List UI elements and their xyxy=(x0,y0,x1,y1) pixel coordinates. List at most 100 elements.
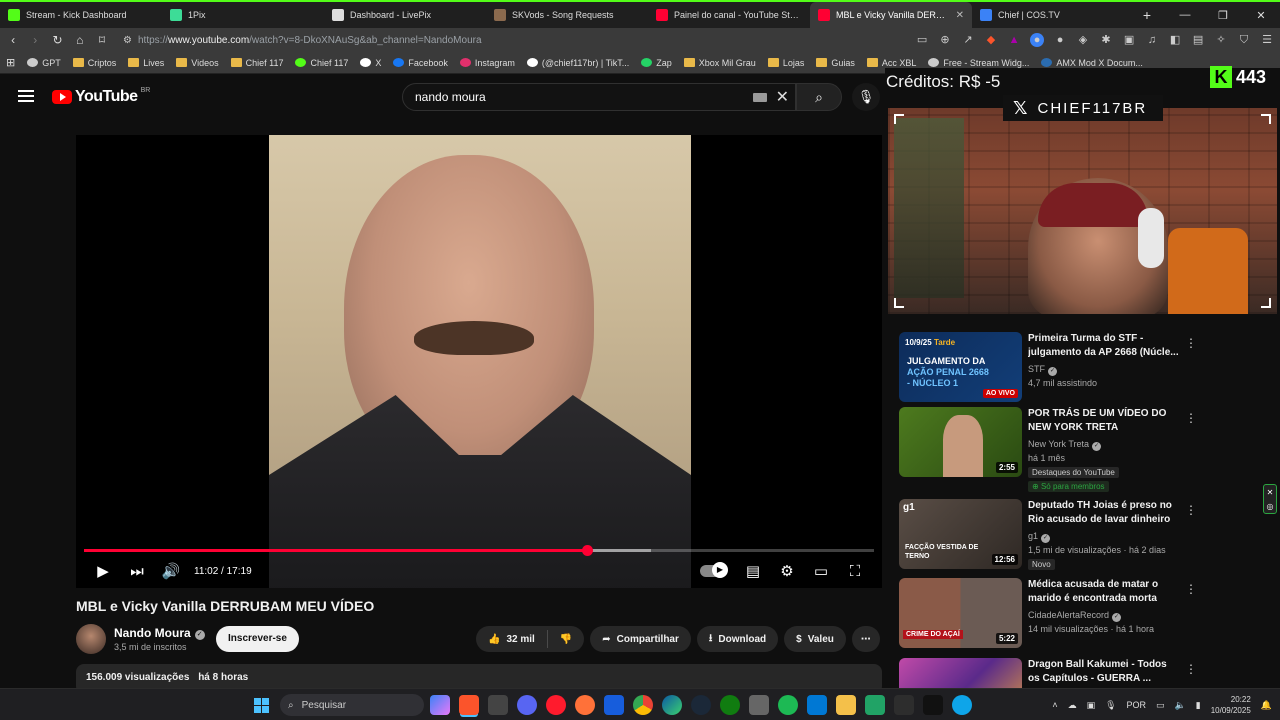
apps-grid-icon[interactable]: ⊞ xyxy=(6,56,15,69)
browser-tab[interactable]: Chief | COS.TV xyxy=(972,2,1134,28)
tray-chevron-icon[interactable]: ˄ xyxy=(1052,700,1057,710)
edge-icon[interactable] xyxy=(662,695,682,715)
youtube-logo[interactable]: YouTube BR xyxy=(52,87,150,106)
puzzle-icon[interactable]: ✱ xyxy=(1099,33,1113,47)
channel-name-wrap[interactable]: Nando Moura ✓ xyxy=(114,626,205,640)
terminal-icon[interactable] xyxy=(894,695,914,715)
close-tab-icon[interactable]: ✕ xyxy=(956,10,964,21)
bookmark-item[interactable]: Lojas xyxy=(767,58,804,68)
url-field[interactable]: ⚙ https://www.youtube.com/watch?v=8-DkoX… xyxy=(117,30,907,50)
recommendation-title[interactable]: POR TRÁS DE UM VÍDEO DO NEW YORK TRETA xyxy=(1028,407,1180,435)
tray-app-icon[interactable]: ▣ xyxy=(1087,700,1096,711)
volume-tray-icon[interactable]: 🔈 xyxy=(1175,700,1186,711)
browser-tab[interactable]: Stream - Kick Dashboard xyxy=(0,2,162,28)
next-icon[interactable]: ⏭ xyxy=(120,563,154,580)
capture-app-icon[interactable] xyxy=(488,695,508,715)
theater-mode-icon[interactable]: ▭ xyxy=(804,562,838,580)
extension-diamond-icon[interactable]: ◈ xyxy=(1076,33,1090,47)
chrome-icon[interactable] xyxy=(633,695,653,715)
language-indicator[interactable]: POR xyxy=(1127,700,1147,710)
taskbar-clock[interactable]: 20:22 10/09/2025 xyxy=(1211,694,1251,716)
progress-bar[interactable] xyxy=(84,545,874,556)
recommendation-channel[interactable]: CidadeAlertaRecord ✓ xyxy=(1028,610,1122,622)
like-count[interactable]: 32 mil xyxy=(506,634,534,645)
browser-tab[interactable]: 1Pix xyxy=(162,2,324,28)
bookmark-item[interactable]: Xbox Mil Grau xyxy=(683,58,756,68)
recommendation-title[interactable]: Deputado TH Joias é preso no Rio acusado… xyxy=(1028,499,1180,527)
outlook-icon[interactable] xyxy=(807,695,827,715)
browser-tab[interactable]: SKVods - Song Requests xyxy=(486,2,648,28)
more-actions-button[interactable]: ⋯ xyxy=(851,626,880,652)
more-vertical-icon[interactable]: ⋮ xyxy=(1185,411,1197,425)
spreadsheet-icon[interactable] xyxy=(865,695,885,715)
bookmark-item[interactable]: Chief 117 xyxy=(230,58,283,68)
recommendation-item[interactable]: CRIME DO AÇAÍ 5:22 Médica acusada de mat… xyxy=(899,578,1279,650)
bookmark-item[interactable]: Videos xyxy=(176,58,219,68)
bookmark-item[interactable]: Criptos xyxy=(72,58,116,68)
planet-app-icon[interactable] xyxy=(952,695,972,715)
app-dark-icon[interactable] xyxy=(923,695,943,715)
bookmark-item[interactable]: Lives xyxy=(128,58,164,68)
sidebar-toggle-icon[interactable]: ◧ xyxy=(1168,33,1182,47)
guide-menu-icon[interactable] xyxy=(18,90,34,102)
reload-icon[interactable]: ↻ xyxy=(50,33,64,47)
widget-toggle-icon[interactable]: ◎ xyxy=(1267,502,1274,511)
bookmark-item[interactable]: Free - Stream Widg... xyxy=(928,58,1029,68)
taskbar-search-input[interactable]: ⌕ Pesquisar xyxy=(280,694,424,716)
discord-icon[interactable] xyxy=(517,695,537,715)
search-button[interactable]: ⌕ xyxy=(796,83,842,111)
minimize-icon[interactable]: — xyxy=(1166,9,1204,21)
music-icon[interactable]: ♫ xyxy=(1145,33,1159,47)
zoom-icon[interactable]: ⊕ xyxy=(938,33,952,47)
clear-search-icon[interactable]: ✕ xyxy=(776,87,789,107)
firefox-icon[interactable] xyxy=(575,695,595,715)
bookmark-item[interactable]: X xyxy=(360,58,381,68)
volume-icon[interactable]: 🔊 xyxy=(154,562,188,580)
recommendation-channel[interactable]: New York Treta ✓ xyxy=(1028,439,1102,451)
vpn-icon[interactable]: ⛉ xyxy=(1237,33,1251,47)
video-player[interactable]: ▶ ⏭ 🔊 11:02 / 17:19 ▤ ⚙ ▭ ⛶ xyxy=(76,135,882,588)
brave-browser-icon[interactable] xyxy=(459,695,479,715)
browser-tab[interactable]: MBL e Vicky Vanilla DERRUBAM ✕ xyxy=(810,2,972,28)
subtitles-icon[interactable]: ▤ xyxy=(736,562,770,580)
share-button[interactable]: ➦ Compartilhar xyxy=(590,626,691,652)
back-icon[interactable]: ‹ xyxy=(6,33,20,47)
bookmark-item[interactable]: Instagram xyxy=(459,58,515,68)
wallet-icon[interactable]: ▤ xyxy=(1191,33,1205,47)
recommendation-item[interactable]: Dragon Ball Kakumei - Todos os Capítulos… xyxy=(899,658,1279,688)
recommendation-item[interactable]: 2:55 POR TRÁS DE UM VÍDEO DO NEW YORK TR… xyxy=(899,407,1279,492)
autoplay-toggle[interactable] xyxy=(700,562,728,578)
brave-shield-icon[interactable]: ◆ xyxy=(984,33,998,47)
microphone-icon[interactable]: 🎙 xyxy=(1105,700,1116,711)
recommendation-channel[interactable]: STF ✓ xyxy=(1028,364,1057,376)
bookmark-icon[interactable]: ⌑ xyxy=(95,33,109,47)
steam-icon[interactable] xyxy=(691,695,711,715)
search-input[interactable]: nando moura ✕ xyxy=(402,83,796,111)
close-window-icon[interactable]: ✕ xyxy=(1242,9,1280,22)
sidebar-extension-icon[interactable]: ▣ xyxy=(1122,33,1136,47)
recommendation-thumbnail[interactable] xyxy=(899,658,1022,688)
maximize-icon[interactable]: ❐ xyxy=(1204,9,1242,22)
settings-gear-icon[interactable]: ⚙ xyxy=(770,562,804,580)
like-icon[interactable]: 👍 xyxy=(488,634,500,645)
recommendation-thumbnail[interactable]: CRIME DO AÇAÍ 5:22 xyxy=(899,578,1022,648)
fullscreen-icon[interactable]: ⛶ xyxy=(838,563,872,580)
onedrive-icon[interactable]: ☁ xyxy=(1068,700,1077,711)
home-icon[interactable]: ⌂ xyxy=(73,33,87,47)
forward-icon[interactable]: › xyxy=(28,33,42,47)
bookmark-item[interactable]: AMX Mod X Docum... xyxy=(1041,58,1143,68)
share-page-icon[interactable]: ↗ xyxy=(961,33,975,47)
subscribe-button[interactable]: Inscrever-se xyxy=(216,626,299,652)
bookmark-item[interactable]: (@chief117br) | TikT... xyxy=(526,58,629,68)
bookmark-item[interactable]: Acc XBL xyxy=(866,58,916,68)
store-icon[interactable] xyxy=(749,695,769,715)
keyboard-icon[interactable] xyxy=(753,93,767,102)
side-floating-widget[interactable]: ✕ ◎ xyxy=(1263,484,1277,514)
battery-icon[interactable]: ▮ xyxy=(1196,700,1201,711)
file-explorer-icon[interactable] xyxy=(836,695,856,715)
windows-start-icon[interactable] xyxy=(254,698,269,713)
close-widget-icon[interactable]: ✕ xyxy=(1267,488,1274,497)
bookmark-item[interactable]: GPT xyxy=(27,58,61,68)
bitwarden-icon[interactable] xyxy=(604,695,624,715)
recommendation-thumbnail[interactable]: 2:55 xyxy=(899,407,1022,477)
